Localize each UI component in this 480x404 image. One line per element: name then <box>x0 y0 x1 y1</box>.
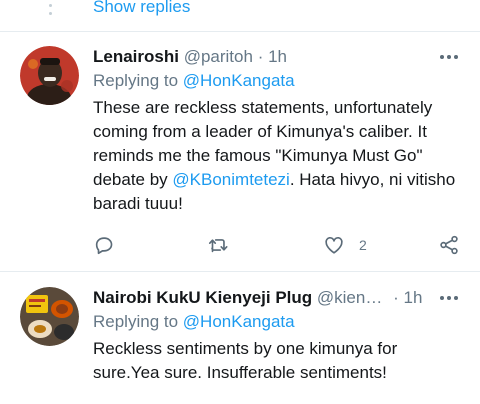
thread-connector <box>46 0 54 20</box>
share-button[interactable] <box>438 233 460 257</box>
retweet-button[interactable] <box>207 233 229 257</box>
replying-mention[interactable]: @HonKangata <box>183 71 295 90</box>
tweet-text: These are reckless statements, unfortuna… <box>93 96 460 216</box>
like-count: 2 <box>359 237 367 253</box>
like-button[interactable]: 2 <box>323 233 367 257</box>
avatar[interactable] <box>20 287 79 346</box>
more-icon[interactable] <box>438 45 460 69</box>
replying-to: Replying to @HonKangata <box>93 69 460 93</box>
tweet-content: Nairobi KukU Kienyeji Plug @kien… · 1h R… <box>93 286 460 385</box>
show-replies-row: Show replies <box>0 0 480 28</box>
tweet-header: Lenairoshi @paritoh · 1h <box>93 45 460 69</box>
reply-icon <box>95 237 113 255</box>
separator-dot: · <box>393 288 399 307</box>
replying-prefix: Replying to <box>93 312 179 331</box>
text-mention[interactable]: @KBonimtetezi <box>172 170 289 189</box>
display-name[interactable]: Nairobi KukU Kienyeji Plug <box>93 288 312 307</box>
heart-icon <box>325 237 343 254</box>
user-handle[interactable]: @kien… <box>317 288 382 307</box>
timestamp[interactable]: 1h <box>268 47 287 66</box>
share-icon <box>440 235 458 255</box>
replying-to: Replying to @HonKangata <box>93 310 460 334</box>
user-handle[interactable]: @paritoh <box>184 47 253 66</box>
replying-mention[interactable]: @HonKangata <box>183 312 295 331</box>
tweet-actions: 2 <box>93 233 460 257</box>
retweet-icon <box>208 239 228 253</box>
tweet[interactable]: Lenairoshi @paritoh · 1h Replying to @Ho… <box>0 32 480 272</box>
tweet-content: Lenairoshi @paritoh · 1h Replying to @Ho… <box>93 45 460 216</box>
avatar[interactable] <box>20 46 79 105</box>
tweet-header: Nairobi KukU Kienyeji Plug @kien… · 1h <box>93 286 460 310</box>
separator-dot: · <box>257 47 264 66</box>
display-name[interactable]: Lenairoshi <box>93 47 179 66</box>
more-icon[interactable] <box>438 286 460 310</box>
timestamp[interactable]: 1h <box>403 288 422 307</box>
reply-button[interactable] <box>93 233 115 257</box>
tweet-text: Reckless sentiments by one kimunya for s… <box>93 339 398 382</box>
show-replies-link[interactable]: Show replies <box>93 0 190 17</box>
replying-prefix: Replying to <box>93 71 179 90</box>
tweet[interactable]: Nairobi KukU Kienyeji Plug @kien… · 1h R… <box>0 272 480 404</box>
